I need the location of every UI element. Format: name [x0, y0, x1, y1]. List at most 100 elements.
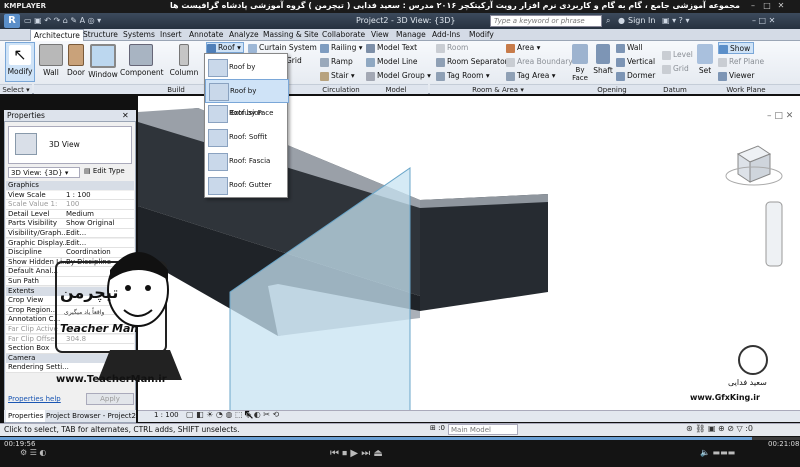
player-close-icon[interactable]: ✕	[776, 1, 786, 11]
door-button[interactable]: Door	[64, 42, 88, 82]
level-button[interactable]: Level	[662, 49, 693, 61]
edit-type-button[interactable]: ▤ Edit Type	[84, 167, 125, 175]
tab-annotate[interactable]: Annotate	[186, 29, 226, 41]
show-work-plane-button[interactable]: Show	[718, 42, 755, 54]
stair-button[interactable]: Stair ▾	[320, 70, 355, 82]
model-line-button[interactable]: Model Line	[366, 56, 418, 68]
tab-systems[interactable]: Systems	[120, 29, 158, 41]
player-settings-icons[interactable]: ⚙ ☰ ◐	[20, 448, 46, 457]
roof-soffit-icon	[208, 129, 228, 147]
ramp-button[interactable]: Ramp	[320, 56, 353, 68]
component-label: Component	[120, 68, 164, 77]
property-key: Camera	[8, 353, 36, 362]
tab-properties[interactable]: Properties	[6, 410, 46, 422]
view-scale[interactable]: 1 : 100	[154, 411, 179, 419]
roof-by-extrusion-item[interactable]: Roof by Extrusion	[205, 79, 289, 117]
railing-button[interactable]: Railing ▾	[320, 42, 363, 54]
tag-area-button[interactable]: Tag Area ▾	[506, 70, 556, 82]
room-separator-button[interactable]: Room Separator	[436, 56, 508, 68]
search-icon[interactable]: ⌕	[606, 16, 610, 26]
tag-room-icon	[436, 71, 445, 81]
seek-bar[interactable]	[0, 437, 800, 440]
sign-in-button[interactable]: Sign In	[628, 16, 655, 25]
room-separator-label: Room Separator	[447, 57, 508, 66]
wall-opening-button[interactable]: Wall	[616, 42, 643, 54]
room-area-panel-label[interactable]: Room & Area ▾	[430, 84, 566, 94]
model-group-button[interactable]: Model Group ▾	[366, 70, 431, 82]
roof-by-face-item[interactable]: Roof by Face	[205, 102, 287, 124]
ref-plane-button[interactable]: Ref Plane	[718, 56, 764, 68]
area-boundary-button[interactable]: Area Boundary	[506, 56, 573, 68]
exchange-apps-icon[interactable]: ▣ ▾ ? ▾	[662, 16, 689, 25]
author-name: سعید فدایی	[728, 378, 767, 387]
window-button[interactable]: Window	[88, 42, 118, 82]
property-row[interactable]: Visibility/Graph... Edit...	[6, 229, 134, 239]
vertical-opening-button[interactable]: Vertical	[616, 56, 655, 68]
tab-insert[interactable]: Insert	[157, 29, 185, 41]
quick-access-toolbar[interactable]: ▭ ▣ ↶ ↷ ⌂ ✎ A ◎ ▾	[24, 16, 101, 25]
dormer-icon	[616, 71, 625, 81]
view-control-icons[interactable]: ▢ ◧ ☀ ◔ ◍ ⬚ ◈ ◐ ✂ ⟲	[186, 410, 279, 419]
selection-filter-icons[interactable]: ⊛ ⛓ ▣ ⊕ ⊘ ▽ :0	[686, 424, 753, 433]
type-selector[interactable]: 3D View	[8, 126, 132, 164]
viewer-icon	[718, 71, 727, 81]
curtain-grid-button[interactable]: Grid	[286, 55, 302, 67]
model-panel-label: Model	[364, 84, 428, 94]
roof-button[interactable]: Roof ▾	[206, 42, 244, 53]
wall-button[interactable]: Wall	[38, 42, 64, 82]
roof-gutter-item[interactable]: Roof: Gutter	[205, 174, 287, 196]
tab-structure[interactable]: Structure	[80, 29, 121, 41]
tab-add-ins[interactable]: Add-Ins	[429, 29, 463, 41]
tab-project-browser[interactable]: Project Browser - Project2	[44, 410, 138, 422]
property-row[interactable]: Scale Value 1: 100	[6, 200, 134, 210]
volume-icon[interactable]: 🔈 ▬▬▬	[700, 448, 735, 457]
search-input[interactable]: Type a keyword or phrase	[490, 15, 602, 27]
window-label: Window	[88, 70, 118, 79]
application-menu-button[interactable]: R	[4, 14, 20, 28]
tag-room-button[interactable]: Tag Room ▾	[436, 70, 490, 82]
view-controls-icons[interactable]: – □ ✕	[767, 111, 793, 121]
instance-selector[interactable]: 3D View: {3D} ▾	[8, 167, 80, 178]
tab-modify[interactable]: Modify	[466, 29, 497, 41]
component-icon	[129, 44, 153, 66]
playback-controls[interactable]: ⏮ ⏹ ▶ ⏭ ⏏	[330, 448, 383, 459]
player-maximize-icon[interactable]: □	[762, 1, 772, 11]
tab-massing-site[interactable]: Massing & Site	[260, 29, 322, 41]
player-minimize-icon[interactable]: –	[748, 1, 758, 11]
grid-button[interactable]: Grid	[662, 63, 689, 75]
tab-manage[interactable]: Manage	[393, 29, 429, 41]
modify-button[interactable]: ↖ Modify	[5, 42, 35, 82]
view-cube[interactable]	[725, 145, 783, 186]
tab-view[interactable]: View	[368, 29, 392, 41]
dormer-button[interactable]: Dormer	[616, 70, 655, 82]
viewer-button[interactable]: Viewer	[718, 70, 755, 82]
opening-by-face-button[interactable]: By Face	[568, 42, 592, 82]
room-button[interactable]: Room	[436, 42, 468, 54]
properties-close-icon[interactable]: ✕	[122, 111, 129, 120]
roof-fascia-item[interactable]: Roof: Fascia	[205, 150, 287, 172]
apply-button[interactable]: Apply	[86, 393, 134, 405]
model-selector[interactable]: Main Model	[448, 424, 518, 435]
room-area-label: Room & Area	[472, 86, 519, 94]
workset-icons[interactable]: ⊞ :0	[430, 424, 445, 432]
roof-soffit-item[interactable]: Roof: Soffit	[205, 126, 287, 148]
properties-help-link[interactable]: Properties help	[8, 395, 61, 403]
component-button[interactable]: Component	[120, 42, 164, 82]
tab-collaborate[interactable]: Collaborate	[319, 29, 368, 41]
property-row[interactable]: View Scale 1 : 100	[6, 190, 134, 200]
property-category[interactable]: Graphics	[6, 181, 134, 191]
roof-label: Roof	[218, 43, 235, 52]
select-panel-label[interactable]: Select ▾	[0, 84, 32, 94]
area-button[interactable]: Area ▾	[506, 42, 540, 54]
column-button[interactable]: Column	[168, 42, 200, 82]
navigation-bar[interactable]	[765, 201, 783, 267]
window-controls[interactable]: – □ ✕	[752, 16, 775, 25]
property-row[interactable]: Parts Visibility Show Original	[6, 219, 134, 229]
set-work-plane-button[interactable]: Set	[694, 42, 716, 82]
tab-architecture[interactable]: Architecture	[30, 29, 84, 41]
shaft-button[interactable]: Shaft	[592, 42, 614, 82]
model-text-button[interactable]: Model Text	[366, 42, 417, 54]
property-row[interactable]: Detail Level Medium	[6, 209, 134, 220]
roof-by-footprint-item[interactable]: Roof by Footprint	[205, 56, 287, 93]
tab-analyze[interactable]: Analyze	[226, 29, 262, 41]
